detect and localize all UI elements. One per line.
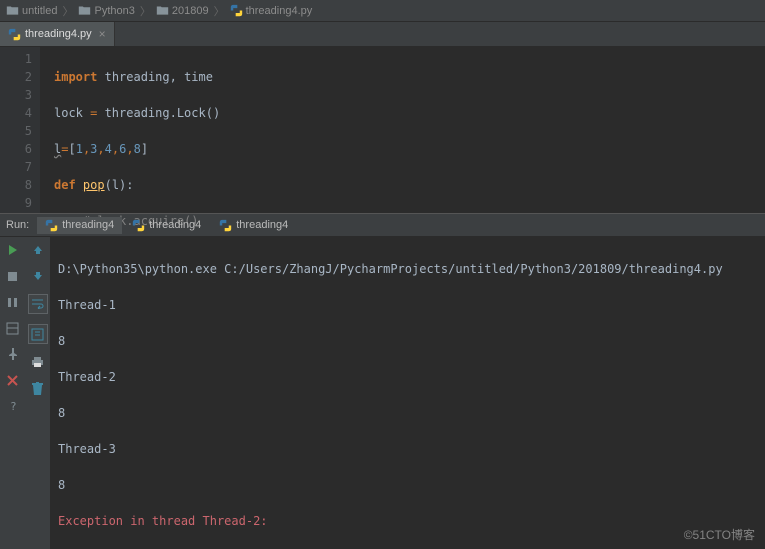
python-icon <box>45 219 58 232</box>
console-line: 8 <box>58 332 765 350</box>
console-error: Exception in thread Thread-2: <box>58 512 765 530</box>
print-button[interactable] <box>30 354 46 370</box>
code-area[interactable]: import threading, time lock = threading.… <box>40 47 221 213</box>
run-toolbar-left: ? <box>0 237 25 549</box>
python-icon <box>8 28 21 41</box>
help-button[interactable]: ? <box>5 398 21 414</box>
file-tab-threading4[interactable]: threading4.py × <box>0 22 115 46</box>
close-icon[interactable]: × <box>99 27 106 41</box>
watermark: ©51CTO博客 <box>684 526 755 543</box>
python-icon <box>230 4 243 17</box>
line-gutter: 123456789 <box>0 47 40 213</box>
trash-button[interactable] <box>30 380 46 396</box>
breadcrumb: untitled 〉 Python3 〉 201809 〉 threading4… <box>0 0 765 22</box>
crumb-folder-1[interactable]: Python3 <box>78 4 134 17</box>
code-editor[interactable]: 123456789 import threading, time lock = … <box>0 47 765 213</box>
rerun-button[interactable] <box>5 242 21 258</box>
run-tab-2[interactable]: threading4 <box>211 217 296 234</box>
console-line: Thread-1 <box>58 296 765 314</box>
console-line: 8 <box>58 404 765 422</box>
scroll-to-end-button[interactable] <box>28 324 48 344</box>
console-line: D:\Python35\python.exe C:/Users/ZhangJ/P… <box>58 260 765 278</box>
file-tabs: threading4.py × <box>0 22 765 47</box>
stop-gray-button[interactable] <box>5 268 21 284</box>
run-label: Run: <box>6 219 29 231</box>
console-line: Thread-3 <box>58 440 765 458</box>
run-tab-0[interactable]: threading4 <box>37 217 122 234</box>
console-line: Thread-2 <box>58 368 765 386</box>
crumb-root[interactable]: untitled <box>6 4 57 17</box>
folder-icon <box>6 4 19 17</box>
crumb-folder-2[interactable]: 201809 <box>156 4 209 17</box>
file-tab-label: threading4.py <box>25 28 92 40</box>
console-output[interactable]: D:\Python35\python.exe C:/Users/ZhangJ/P… <box>50 237 765 549</box>
down-button[interactable] <box>30 268 46 284</box>
layout-button[interactable] <box>5 320 21 336</box>
pause-button[interactable] <box>5 294 21 310</box>
pin-button[interactable] <box>5 346 21 362</box>
console-line: 8 <box>58 476 765 494</box>
folder-icon <box>78 4 91 17</box>
run-panel: ? D:\Python35\python.exe C:/Users/ZhangJ… <box>0 237 765 549</box>
folder-icon <box>156 4 169 17</box>
svg-text:?: ? <box>10 400 17 412</box>
python-icon <box>132 219 145 232</box>
up-button[interactable] <box>30 242 46 258</box>
run-toolbar-right <box>25 237 50 549</box>
soft-wrap-button[interactable] <box>28 294 48 314</box>
crumb-file[interactable]: threading4.py <box>230 4 313 17</box>
close-button[interactable] <box>5 372 21 388</box>
run-tab-1[interactable]: threading4 <box>124 217 209 234</box>
run-tool-header: Run: threading4 threading4 threading4 <box>0 213 765 237</box>
python-icon <box>219 219 232 232</box>
